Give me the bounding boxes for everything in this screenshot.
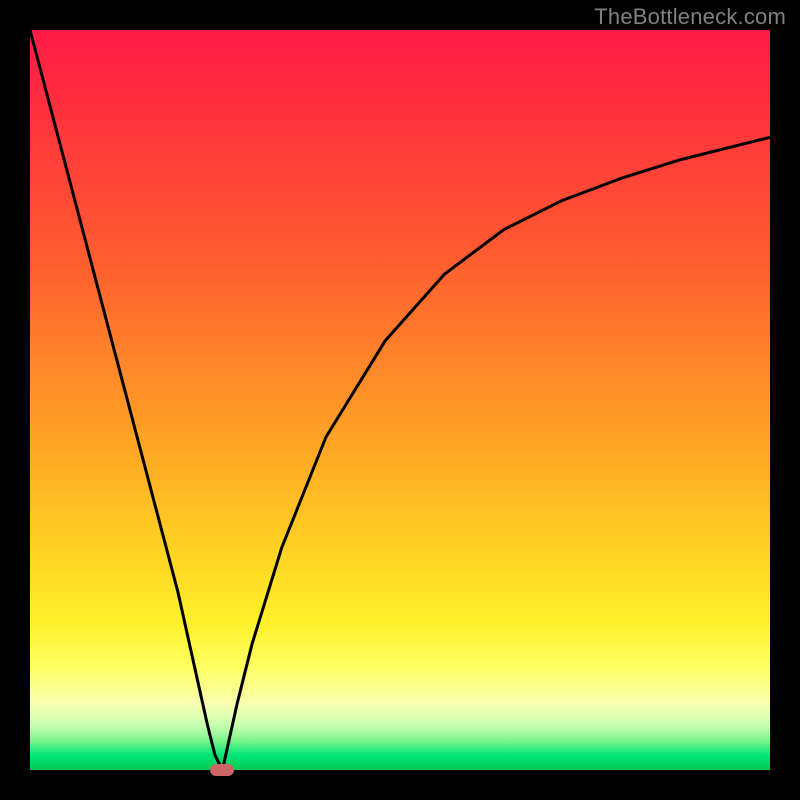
minimum-marker <box>210 764 234 776</box>
watermark-text: TheBottleneck.com <box>594 4 786 30</box>
chart-frame: TheBottleneck.com <box>0 0 800 800</box>
curve-right-branch <box>222 137 770 770</box>
bottleneck-curve <box>30 30 770 770</box>
plot-area <box>30 30 770 770</box>
curve-left-branch <box>30 30 222 770</box>
